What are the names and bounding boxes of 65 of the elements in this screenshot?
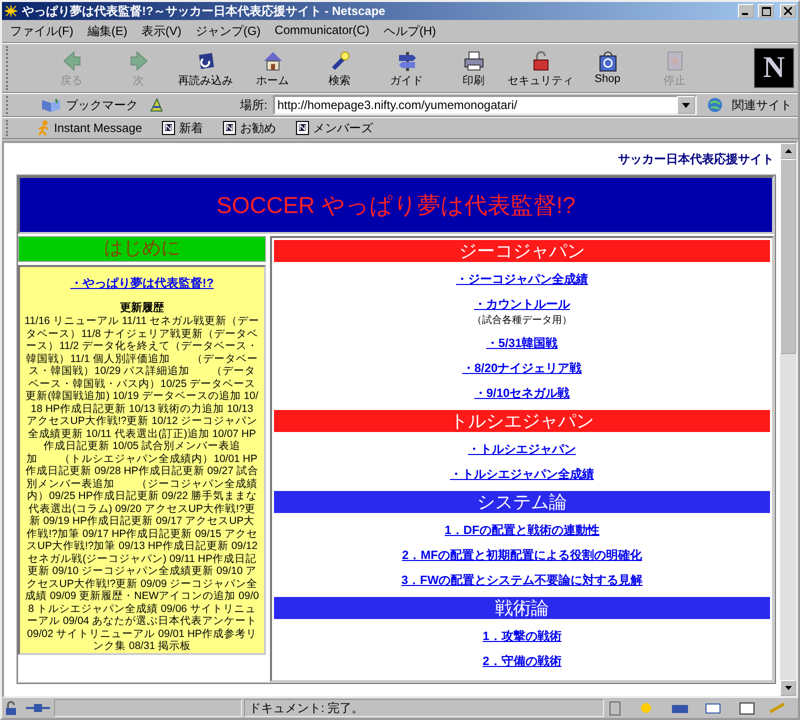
document-icon	[223, 121, 236, 135]
maximize-button[interactable]	[758, 4, 774, 18]
article-link[interactable]: ・9/10セネガル戦	[474, 385, 570, 402]
section-header: システム論	[274, 491, 770, 513]
scroll-up-button[interactable]	[780, 143, 796, 159]
update-history-text: 11/16 リニューアル 11/11 セネガル戦更新（データベース）11/8 ナイジェリア戦更新（データベース）11/2 データ化を終えて（データベース・韓国戦）11/1 個人別評価追加 （データベース・韓国戦）10/29 パス詳細追加 （データベース・韓国戦・パス内）10/25 データベース更新(韓国戦追加) 10/19 データベースの追加 10/18 HP作成日記更新 10/13 戦術の力追加 10/13 アクセスUP大作戦!?更新 10/12 ジーコジャパン全成績更新 10/11 代表選出(訂正)追加 10/07 HP作成日記更新 10/05 試合別メンバー表追加 （トルシエジャパン全成績内）10/01 HP作成日記更新 09/28 HP作成日記更新 09/27 試合別メンバー表追加 （ジーコジャパン全成績内）09/25 HP作成日記更新 09/22 勝手気ままな代表選出(コラム) 09/20 アクセスUP大作戦!?更新 09/19 HP作成日記更新 09/17 アクセスUP大作戦!?加筆 09/17 HP作成日記更新 09/15 アクセスUP大作戦!?加筆 09/13 HP作成日記更新 09/12 セネガル戦(ジーコジャパン) 09/11 HP作成日記更新 09/10 ジーコジャパン全成績更新 09/10 アクセスUP大作戦!?更新 09/09 ジーコジャパン全成績 09/09 更新履歴・NEWアイコンの追加 09/08 トルシエジャパン全成績 09/06 サイトリニューアル 09/04 あなたが選ぶ日本代表アンケート 09/02 サイトリニューアル 09/01 HP作成参考リンク集 08/31 掲示板	[24, 315, 260, 652]
menu-item[interactable]: ファイル(F)	[10, 23, 74, 39]
article-link[interactable]: 1．攻撃の戦術	[482, 628, 562, 645]
toolbar-button[interactable]: 印刷	[440, 46, 507, 90]
article-link[interactable]: ・カウントルール	[474, 296, 570, 313]
printer-icon	[462, 48, 486, 72]
history-title: 更新履歴	[119, 300, 165, 315]
site-name: サッカー日本代表応援サイト	[617, 151, 775, 168]
related-sites-button[interactable]: 関連サイト	[703, 96, 798, 114]
personal-toolbar-button[interactable]: メンバーズ	[290, 120, 374, 136]
intro-link[interactable]: ・やっぱり夢は代表監督!?	[70, 275, 214, 292]
toolbar-button[interactable]: ホーム	[239, 46, 306, 90]
section-header: ジーコジャパン	[274, 240, 770, 262]
link-note: （試合各種データ用）	[472, 314, 572, 327]
article-link[interactable]: ・トルシエジャパン全成績	[450, 466, 594, 483]
caret-up-icon	[784, 149, 792, 153]
browser-logo: N	[754, 48, 794, 88]
personal-toolbar-button[interactable]: Instant Message	[32, 120, 142, 136]
maximize-icon	[762, 6, 770, 16]
caret-down-icon	[784, 686, 792, 690]
url-field[interactable]: http://homepage3.nifty.com/yumemonogatari/	[273, 95, 697, 115]
article-link[interactable]: 1．DFの配置と戦術の連動性	[444, 522, 600, 539]
minimize-button[interactable]	[738, 4, 754, 18]
article-link[interactable]: ・ジーコジャパン全成績	[456, 271, 588, 288]
dropdown-button[interactable]	[677, 96, 695, 114]
scroll-down-button[interactable]	[780, 680, 796, 696]
location-label: 場所:	[240, 96, 268, 114]
section-header: トルシエジャパン	[274, 410, 770, 432]
toolbar-button[interactable]: セキュリティ	[507, 46, 574, 90]
toolbar-button[interactable]: 再読み込み	[172, 46, 239, 90]
scroll-thumb[interactable]	[780, 159, 796, 354]
status-text: ドキュメント: 完了。	[244, 699, 604, 717]
toolbar-button[interactable]: Shop	[574, 46, 641, 90]
document-icon	[296, 121, 310, 135]
site-banner: SOCCER やっぱり夢は代表監督!?	[18, 176, 774, 234]
bookmarks-button[interactable]: ブックマーク	[24, 96, 142, 114]
article-link[interactable]: ・トルシエジャパン	[468, 441, 576, 458]
scrollbar[interactable]	[780, 143, 796, 696]
menu-item[interactable]: 編集(E)	[87, 23, 128, 39]
article-link[interactable]: 2．MFの配置と初期配置による役割の明確化	[402, 547, 642, 564]
close-icon	[784, 7, 792, 15]
article-link[interactable]: ・8/20ナイジェリア戦	[462, 360, 582, 377]
close-button[interactable]	[780, 4, 796, 18]
article-link[interactable]: 3．FWの配置とシステム不要論に対する見解	[401, 572, 643, 589]
menu-item[interactable]: Communicator(C)	[274, 23, 370, 39]
document-icon	[162, 121, 176, 135]
section-header: はじめに	[18, 236, 266, 262]
article-link[interactable]: 2．守備の戦術	[482, 653, 562, 670]
section-header: 戦術論	[274, 597, 770, 619]
toolbar-button[interactable]: ガイド	[373, 46, 440, 90]
menu-item[interactable]: ヘルプ(H)	[383, 23, 436, 39]
menu-item[interactable]: ジャンプ(G)	[195, 23, 261, 39]
menu-item[interactable]: 表示(V)	[141, 23, 182, 39]
personal-toolbar-button[interactable]: お勧め	[217, 120, 276, 136]
window-title: やっぱり夢は代表監督!?～サッカー日本代表応援サイト - Netscape	[22, 2, 386, 20]
toolbar-button[interactable]: 検索	[306, 46, 373, 90]
caret-icon	[682, 102, 690, 108]
running-person-icon	[38, 120, 50, 136]
personal-toolbar-button[interactable]: 新着	[156, 120, 204, 136]
article-link[interactable]: ・5/31韓国戦	[486, 335, 558, 352]
